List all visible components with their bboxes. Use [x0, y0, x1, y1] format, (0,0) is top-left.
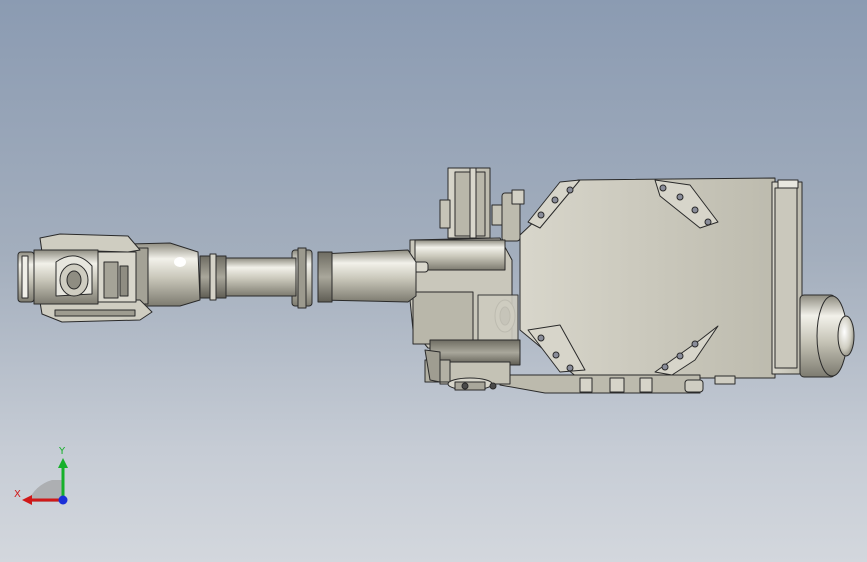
robot-arm-model[interactable] [0, 0, 867, 562]
axis-triad: X Y [12, 440, 82, 510]
x-axis-arrowhead [22, 495, 32, 505]
graphics-viewport[interactable]: X Y [0, 0, 867, 562]
z-axis-dot [58, 495, 68, 505]
axis-triad-graphic: X Y [14, 446, 68, 505]
upper-arm [199, 247, 417, 309]
y-axis-label: Y [58, 446, 66, 457]
shoulder-joint [403, 167, 525, 391]
y-axis-arrowhead [58, 458, 68, 468]
base-housing [499, 177, 855, 394]
forearm [17, 233, 201, 323]
x-axis-label: X [14, 489, 21, 500]
